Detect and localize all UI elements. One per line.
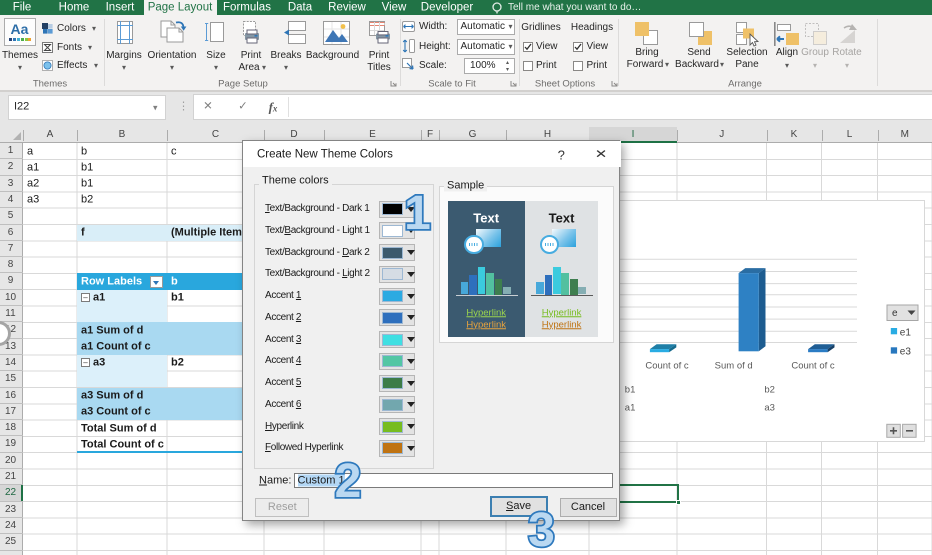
svg-text:e: e: [892, 308, 898, 319]
svg-text:b1: b1: [625, 384, 636, 395]
svg-text:b2: b2: [764, 384, 775, 395]
svg-text:e1: e1: [900, 327, 912, 338]
svg-text:Count of c: Count of c: [791, 360, 835, 371]
svg-text:e3: e3: [900, 346, 912, 357]
svg-text:a1: a1: [625, 402, 636, 413]
svg-text:a3: a3: [764, 402, 775, 413]
svg-text:Count of c: Count of c: [645, 360, 689, 371]
svg-text:Sum of d: Sum of d: [715, 360, 753, 371]
